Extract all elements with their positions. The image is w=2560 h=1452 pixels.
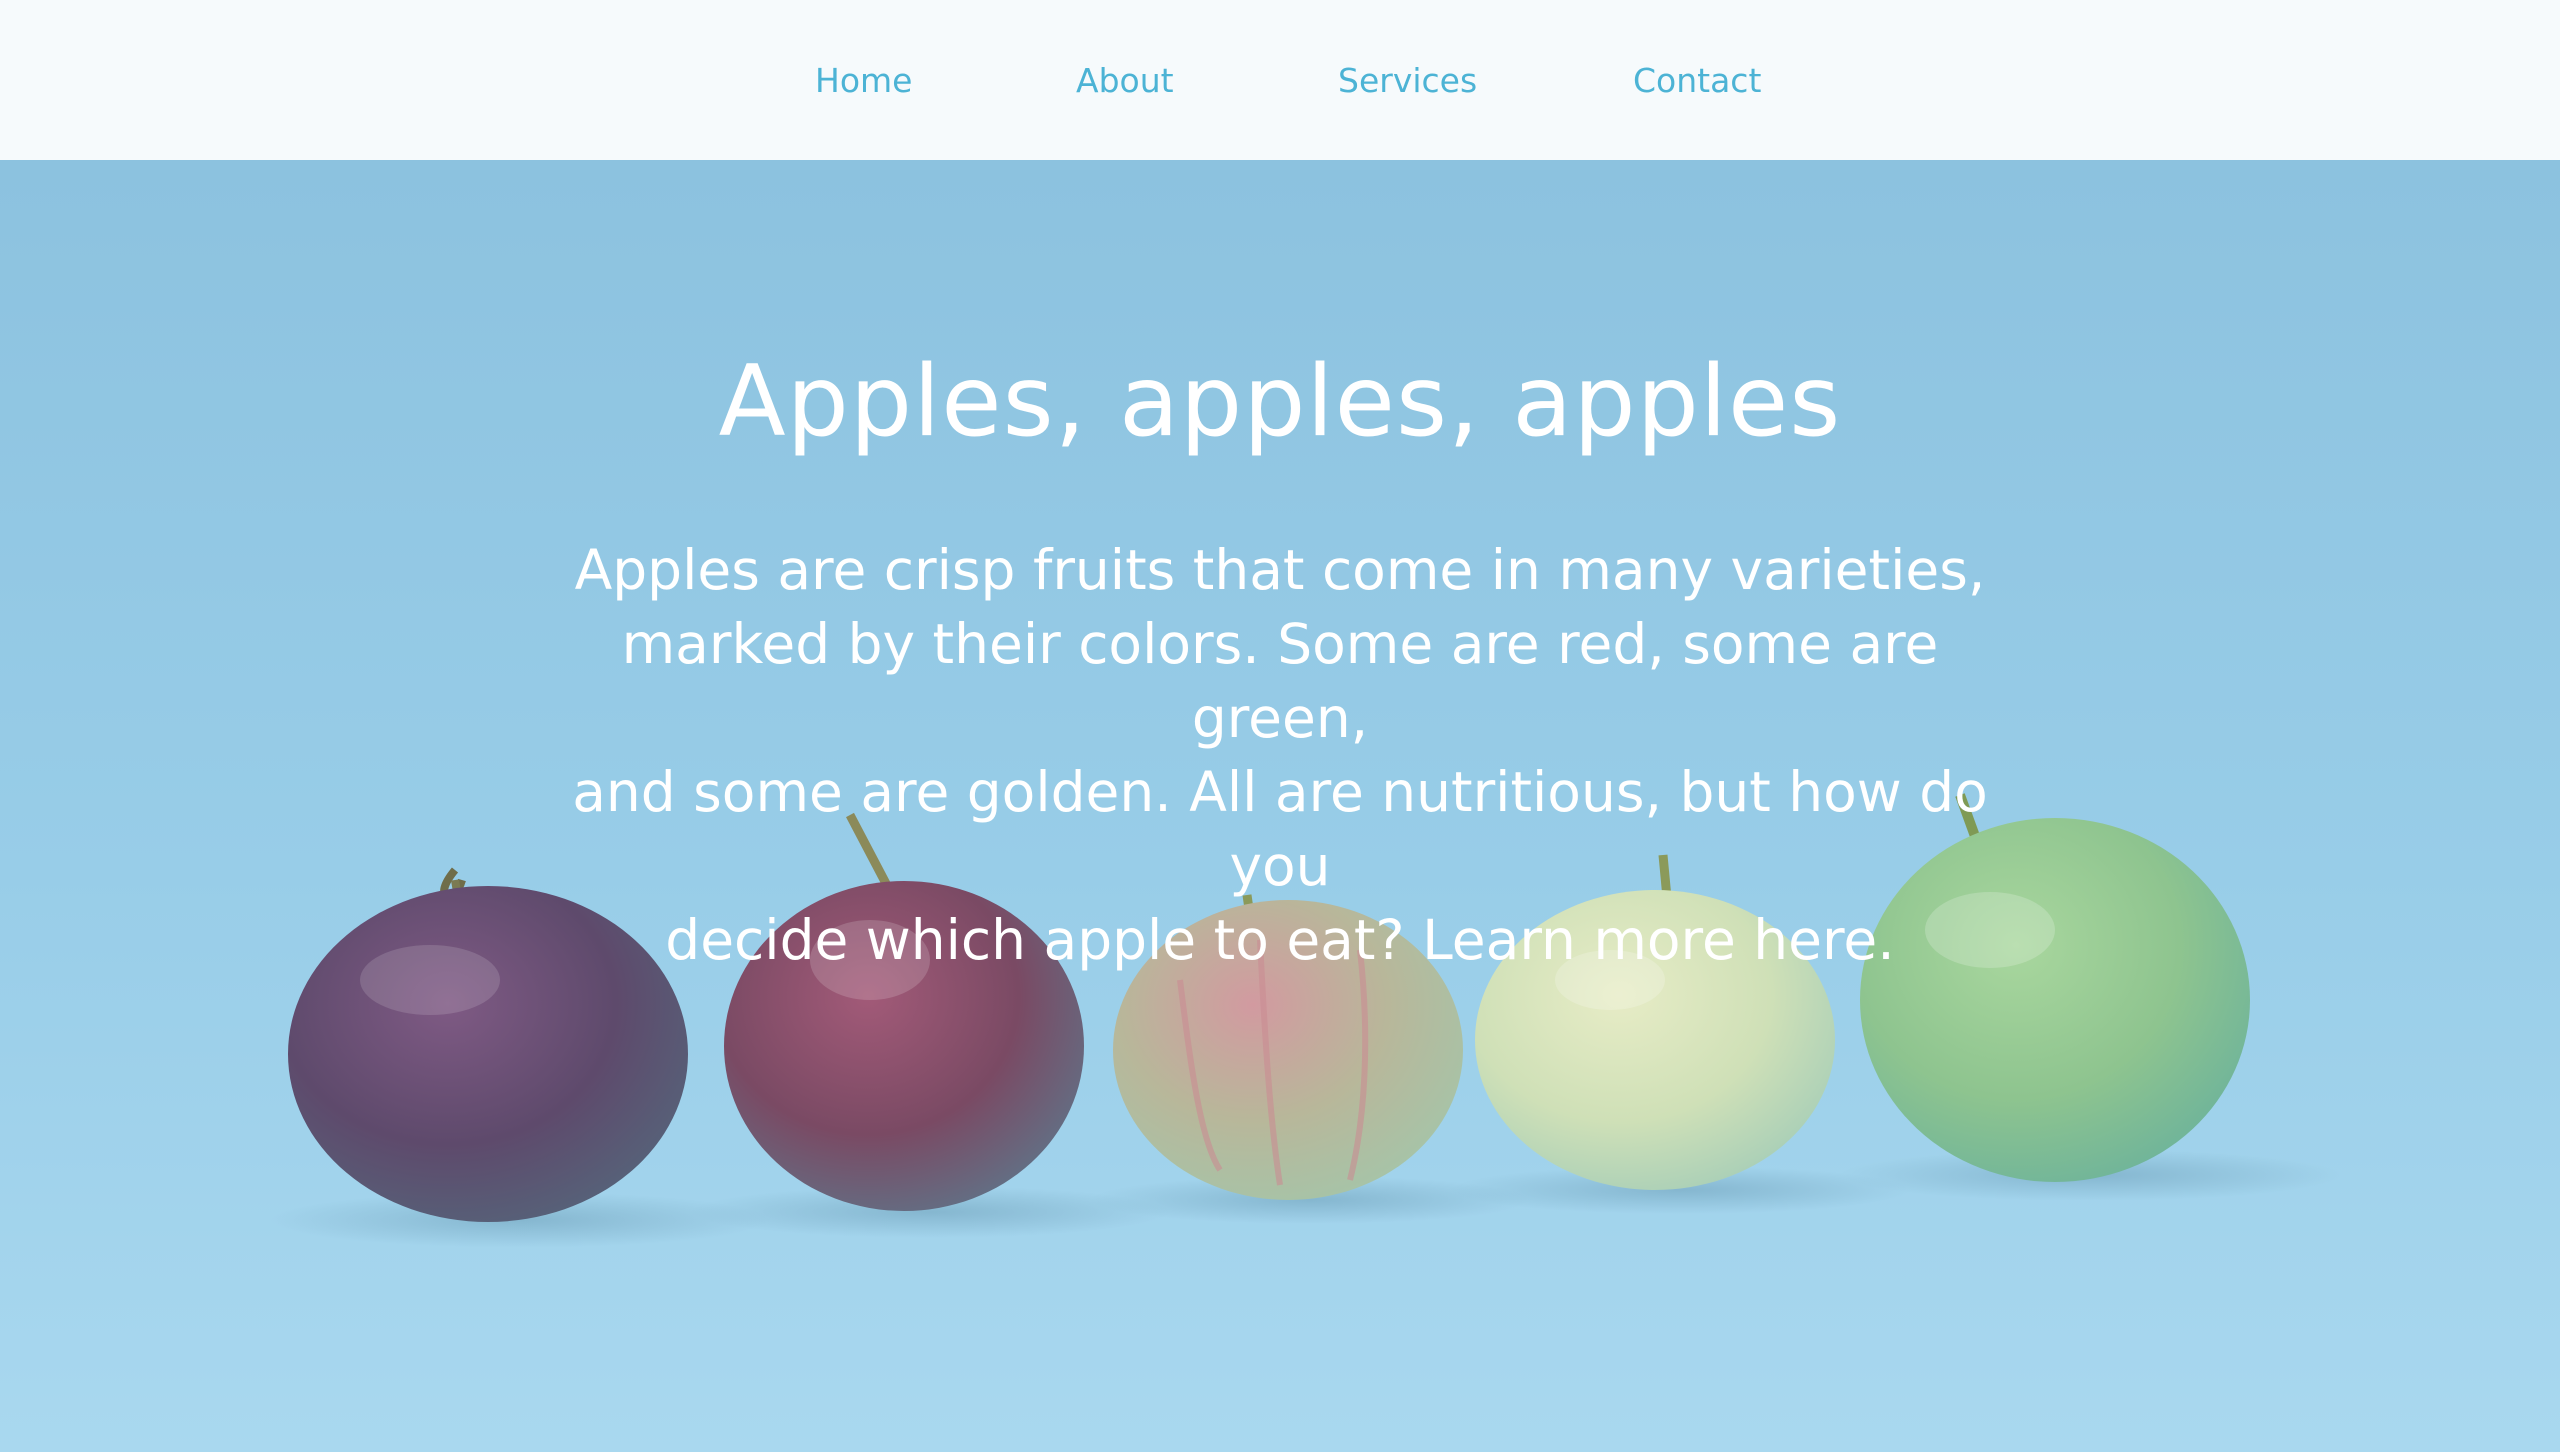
nav-link-services[interactable]: Services (1338, 56, 1477, 106)
nav-menu: Home About Services Contact (0, 0, 2560, 160)
learn-more-link[interactable]: Learn more here. (1422, 908, 1895, 972)
hero-title: Apples, apples, apples (718, 345, 1842, 459)
nav-link-home[interactable]: Home (815, 56, 912, 106)
hero-description-line: and some are golden. All are nutritious,… (572, 760, 1988, 898)
hero-description: Apples are crisp fruits that come in man… (540, 533, 2020, 977)
hero-description-line: Apples are crisp fruits that come in man… (574, 538, 1986, 602)
hero-description-line: decide which apple to eat? (665, 908, 1423, 972)
hero-description-line: marked by their colors. Some are red, so… (621, 612, 1939, 750)
hero-section: Apples, apples, apples Apples are crisp … (0, 160, 2560, 1452)
top-navigation-bar: Home About Services Contact (0, 0, 2560, 160)
nav-link-about[interactable]: About (1076, 56, 1174, 106)
nav-link-contact[interactable]: Contact (1633, 56, 1761, 106)
